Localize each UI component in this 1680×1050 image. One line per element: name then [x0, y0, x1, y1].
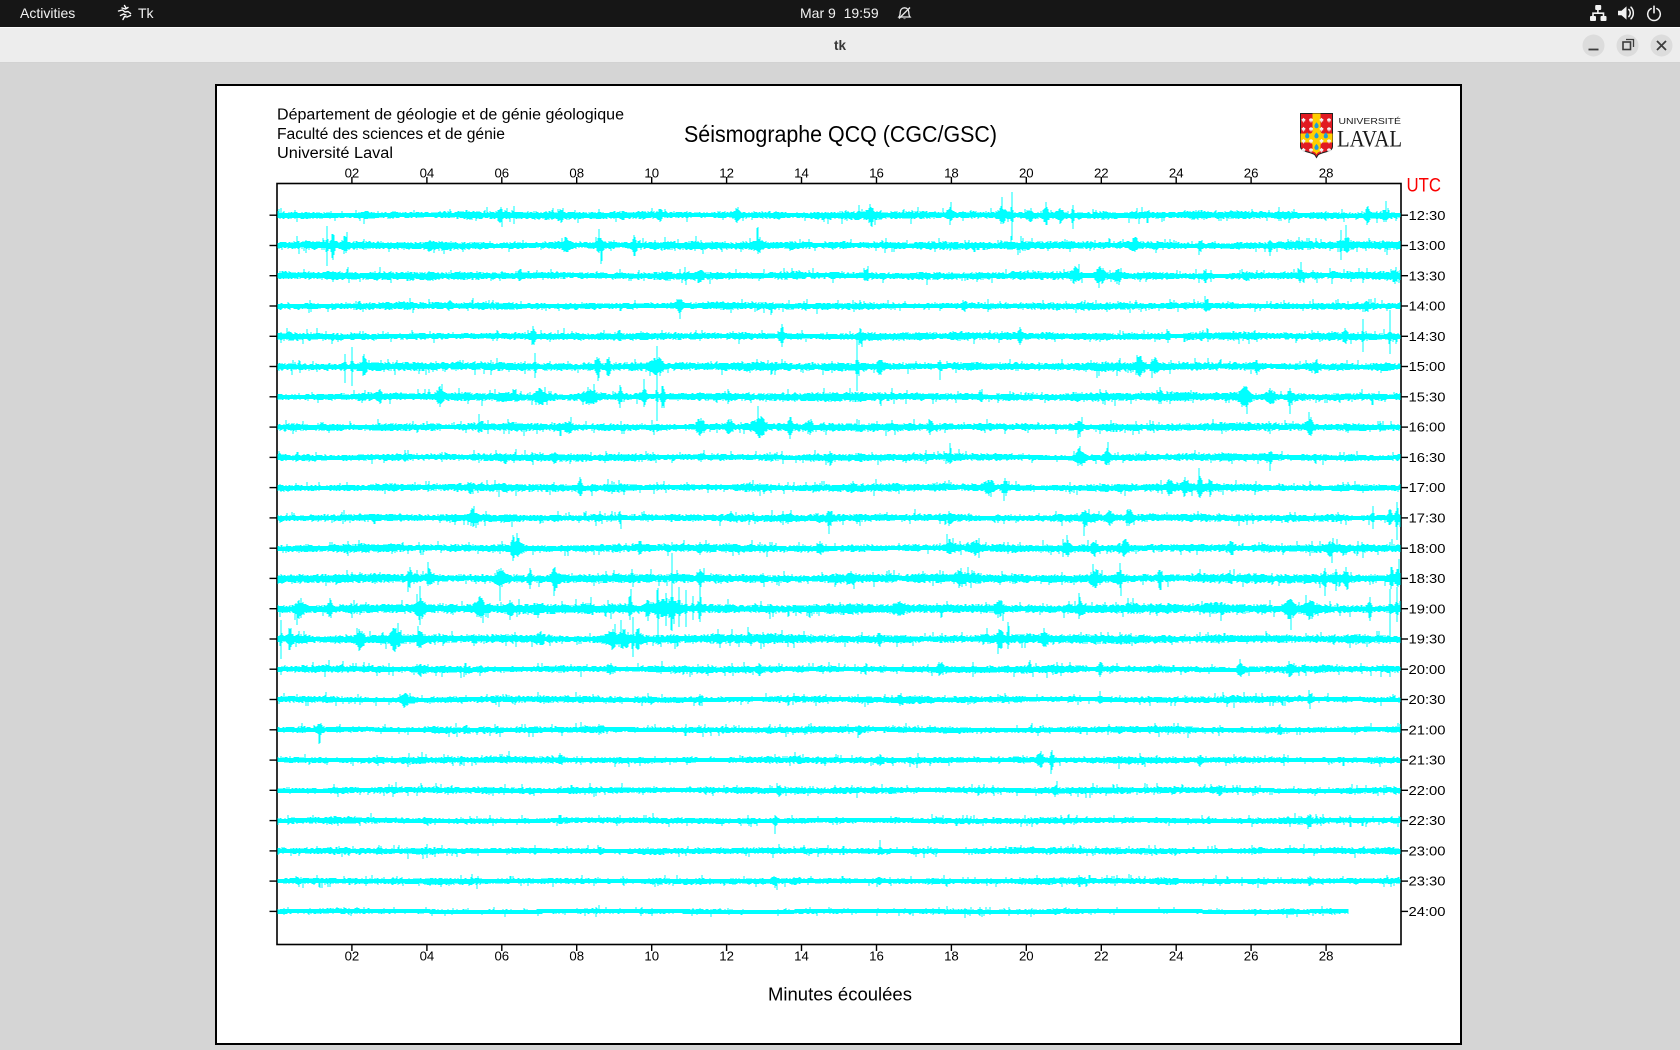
- svg-text:15:00: 15:00: [1409, 359, 1446, 374]
- svg-text:23:30: 23:30: [1409, 874, 1446, 889]
- svg-text:Université Laval: Université Laval: [277, 145, 393, 162]
- svg-text:04: 04: [420, 949, 435, 964]
- svg-text:Minutes écoulées: Minutes écoulées: [768, 984, 912, 1005]
- svg-text:18: 18: [944, 949, 959, 964]
- svg-text:14:00: 14:00: [1409, 299, 1446, 314]
- svg-text:28: 28: [1319, 949, 1334, 964]
- svg-text:26: 26: [1244, 166, 1259, 181]
- svg-text:Faculté des sciences et de gén: Faculté des sciences et de génie: [277, 126, 505, 143]
- svg-text:20: 20: [1019, 166, 1034, 181]
- svg-text:16: 16: [869, 166, 884, 181]
- svg-text:LAVAL: LAVAL: [1337, 127, 1402, 152]
- svg-text:22: 22: [1094, 166, 1109, 181]
- svg-text:Département de géologie et de: Département de géologie et de génie géol…: [277, 107, 624, 124]
- svg-text:08: 08: [569, 949, 584, 964]
- svg-text:22: 22: [1094, 949, 1109, 964]
- svg-text:16:30: 16:30: [1409, 450, 1446, 465]
- svg-text:14:30: 14:30: [1409, 329, 1446, 344]
- svg-text:15:30: 15:30: [1409, 389, 1446, 404]
- svg-text:UTC: UTC: [1407, 176, 1442, 197]
- svg-text:20: 20: [1019, 949, 1034, 964]
- svg-text:08: 08: [569, 166, 584, 181]
- svg-text:12: 12: [719, 166, 734, 181]
- svg-text:19:30: 19:30: [1409, 632, 1446, 647]
- svg-text:18: 18: [944, 166, 959, 181]
- svg-text:18:30: 18:30: [1409, 571, 1446, 586]
- svg-text:Séismographe QCQ (CGC/GSC): Séismographe QCQ (CGC/GSC): [684, 121, 997, 147]
- svg-text:06: 06: [494, 166, 509, 181]
- svg-text:02: 02: [345, 949, 360, 964]
- svg-text:21:00: 21:00: [1409, 722, 1446, 737]
- svg-text:24: 24: [1169, 166, 1184, 181]
- svg-text:21:30: 21:30: [1409, 753, 1446, 768]
- svg-text:22:30: 22:30: [1409, 813, 1446, 828]
- svg-text:13:00: 13:00: [1409, 238, 1446, 253]
- svg-text:20:00: 20:00: [1409, 662, 1446, 677]
- svg-text:10: 10: [644, 166, 659, 181]
- svg-text:17:00: 17:00: [1409, 480, 1446, 495]
- svg-text:26: 26: [1244, 949, 1259, 964]
- svg-text:10: 10: [644, 949, 659, 964]
- svg-text:24: 24: [1169, 949, 1184, 964]
- svg-text:12:30: 12:30: [1409, 208, 1446, 223]
- svg-text:06: 06: [494, 949, 509, 964]
- svg-text:28: 28: [1319, 166, 1334, 181]
- svg-text:16: 16: [869, 949, 884, 964]
- svg-text:13:30: 13:30: [1409, 268, 1446, 283]
- svg-text:16:00: 16:00: [1409, 420, 1446, 435]
- svg-text:14: 14: [794, 949, 809, 964]
- svg-text:22:00: 22:00: [1409, 783, 1446, 798]
- svg-text:20:30: 20:30: [1409, 692, 1446, 707]
- svg-text:24:00: 24:00: [1409, 904, 1446, 919]
- svg-text:19:00: 19:00: [1409, 601, 1446, 616]
- svg-text:UNIVERSITÉ: UNIVERSITÉ: [1339, 116, 1402, 126]
- svg-text:04: 04: [420, 166, 435, 181]
- svg-text:02: 02: [345, 166, 360, 181]
- svg-text:23:00: 23:00: [1409, 844, 1446, 859]
- svg-text:14: 14: [794, 166, 809, 181]
- svg-text:18:00: 18:00: [1409, 541, 1446, 556]
- svg-text:12: 12: [719, 949, 734, 964]
- svg-text:17:30: 17:30: [1409, 511, 1446, 526]
